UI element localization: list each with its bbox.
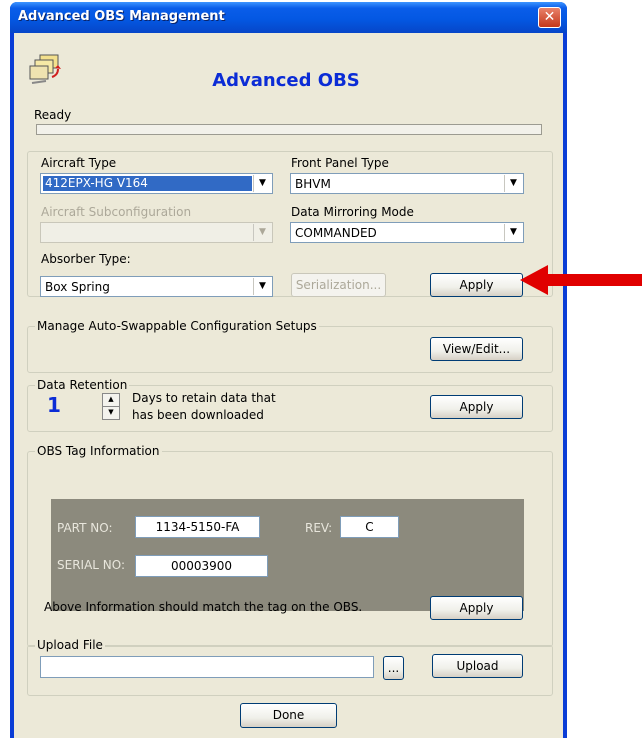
progress-bar <box>36 124 542 135</box>
config-apply-button[interactable]: Apply <box>430 273 523 297</box>
spin-down-button[interactable]: ▼ <box>102 406 120 420</box>
window-title: Advanced OBS Management <box>18 9 225 24</box>
rev-field[interactable]: C <box>340 516 399 538</box>
chevron-down-icon: ▼ <box>253 224 271 241</box>
chevron-down-icon[interactable]: ▼ <box>253 278 271 295</box>
front-panel-type-select[interactable]: BHVM ▼ <box>290 173 524 194</box>
retention-apply-button[interactable]: Apply <box>430 395 523 419</box>
aircraft-type-label: Aircraft Type <box>41 156 117 170</box>
aircraft-type-value: 412EPX-HG V164 <box>43 176 252 191</box>
subconfiguration-select: ▼ <box>40 222 273 243</box>
tag-apply-button[interactable]: Apply <box>430 596 523 620</box>
chevron-down-icon[interactable]: ▼ <box>504 224 522 241</box>
retention-description-line1: Days to retain data that <box>132 391 276 405</box>
upload-path-input[interactable] <box>40 656 374 678</box>
part-no-field[interactable]: 1134-5150-FA <box>135 516 260 538</box>
rev-label: REV: <box>305 521 333 535</box>
absorber-type-value: Box Spring <box>45 280 110 294</box>
absorber-type-label: Absorber Type: <box>41 252 131 266</box>
serial-no-field[interactable]: 00003900 <box>135 555 268 577</box>
tag-info-panel <box>51 499 524 611</box>
absorber-type-select[interactable]: Box Spring ▼ <box>40 276 273 297</box>
dialog-client-area: Advanced OBS Ready Aircraft Type 412EPX-… <box>14 33 563 738</box>
status-text: Ready <box>34 108 72 122</box>
folders-sync-icon <box>29 54 61 84</box>
close-button[interactable]: ✕ <box>538 7 561 28</box>
serialization-button: Serialization... <box>291 273 386 297</box>
aircraft-type-select[interactable]: 412EPX-HG V164 ▼ <box>40 173 273 194</box>
serial-no-label: SERIAL NO: <box>57 558 126 572</box>
front-panel-type-label: Front Panel Type <box>291 156 389 170</box>
auto-swap-group-label: Manage Auto-Swappable Configuration Setu… <box>35 319 319 333</box>
data-mirroring-value: COMMANDED <box>295 226 377 240</box>
tag-note: Above Information should match the tag o… <box>44 600 363 614</box>
title-bar[interactable]: Advanced OBS Management ✕ <box>10 2 567 33</box>
subconfiguration-label: Aircraft Subconfiguration <box>41 205 192 219</box>
red-arrow-annotation <box>520 265 642 295</box>
upload-button[interactable]: Upload <box>432 654 523 678</box>
done-button[interactable]: Done <box>240 703 337 728</box>
chevron-down-icon[interactable]: ▼ <box>504 175 522 192</box>
days-spinner[interactable]: ▲ ▼ <box>102 393 120 421</box>
data-mirroring-select[interactable]: COMMANDED ▼ <box>290 222 524 243</box>
view-edit-button[interactable]: View/Edit... <box>430 337 523 361</box>
upload-file-group-label: Upload File <box>35 638 105 652</box>
spin-up-button[interactable]: ▲ <box>102 393 120 407</box>
obs-tag-group-label: OBS Tag Information <box>35 444 162 458</box>
retention-description-line2: has been downloaded <box>132 408 264 422</box>
part-no-label: PART NO: <box>57 521 113 535</box>
chevron-down-icon[interactable]: ▼ <box>253 175 271 192</box>
app-title: Advanced OBS <box>212 70 360 91</box>
close-icon: ✕ <box>543 9 556 25</box>
dialog-window: Advanced OBS Management ✕ Advanced OBS R… <box>10 2 567 738</box>
browse-button[interactable]: ... <box>383 656 404 680</box>
retention-days-value: 1 <box>47 393 61 417</box>
data-retention-group-label: Data Retention <box>35 378 130 392</box>
data-mirroring-label: Data Mirroring Mode <box>291 205 414 219</box>
front-panel-type-value: BHVM <box>295 177 331 191</box>
